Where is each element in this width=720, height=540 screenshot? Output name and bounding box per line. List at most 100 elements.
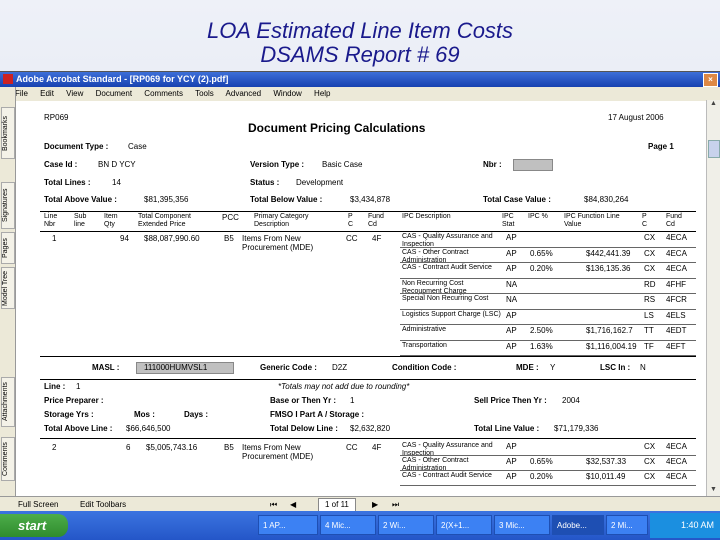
base-year-label: Base or Then Yr : <box>270 396 337 405</box>
col-ipc-description: IPC Description <box>402 213 451 220</box>
pcc: B5 <box>224 234 234 243</box>
menu-help[interactable]: Help <box>314 89 330 98</box>
case-id-value: BN D YCY <box>98 160 136 169</box>
ipc-pc: CX <box>644 457 656 466</box>
menu-comments[interactable]: Comments <box>144 89 183 98</box>
ipc-fund-cd: 4ECA <box>666 472 687 481</box>
tab-pages[interactable]: Pages <box>1 232 15 264</box>
masl-rule <box>40 356 696 357</box>
fund-cd: 4F <box>372 234 382 243</box>
taskbar-item-active[interactable]: Adobe... <box>552 515 604 535</box>
close-icon[interactable]: × <box>703 73 718 87</box>
report-heading: Document Pricing Calculations <box>248 121 426 135</box>
vertical-scrollbar[interactable]: ▲ ▼ <box>706 100 720 498</box>
taskbar-item[interactable]: 4 Mic... <box>320 515 376 535</box>
mde-value: Y <box>550 363 556 372</box>
tab-attachments[interactable]: Attachments <box>1 377 15 427</box>
ipc-description: CAS - Contract Audit Service <box>402 472 492 479</box>
ipc-fund-cd: 4ECA <box>666 248 687 258</box>
col-ipc-value: IPC Function Line Value <box>564 213 620 228</box>
report-id: RP069 <box>44 113 69 122</box>
menu-edit[interactable]: Edit <box>40 89 54 98</box>
ipc-row-rule <box>400 470 696 471</box>
ipc-pc: CX <box>644 472 656 481</box>
system-tray: 1:40 AM <box>650 513 720 538</box>
ipc-pc: TF <box>644 341 654 351</box>
nbr-label: Nbr : <box>483 160 502 169</box>
ipc-row-rule <box>400 246 696 248</box>
total-case-label: Total Case Value : <box>483 195 551 204</box>
col-ipc-stat: IPC Stat <box>502 213 515 228</box>
col-item-qty: Item Qty <box>104 213 118 228</box>
ipc-fund-cd: 4FHF <box>666 279 686 289</box>
taskbar-item[interactable]: 1 AP... <box>258 515 318 535</box>
slide-title-1: LOA Estimated Line Item Costs <box>206 18 514 43</box>
taskbar-item[interactable]: 3 Mic... <box>494 515 550 535</box>
taskbar-item[interactable]: 2(X+1... <box>436 515 492 535</box>
base-year-value: 1 <box>350 396 355 405</box>
days-label: Days : <box>184 410 209 419</box>
total-line-value-label: Total Line Value : <box>474 424 540 433</box>
col-fund-cd: Fund Cd <box>368 213 384 228</box>
slide-title-2: DSAMS Report # 69 <box>260 42 460 67</box>
col-ipc-pct: IPC % <box>528 213 548 220</box>
ipc-line-value: $1,116,004.19 <box>586 341 637 351</box>
total-above-line-label: Total Above Line : <box>44 424 113 433</box>
menu-tools[interactable]: Tools <box>195 89 214 98</box>
ipc-stat: AP <box>506 310 517 320</box>
total-below-line-label: Total Delow Line : <box>270 424 338 433</box>
ipc-fund-cd: 4ECA <box>666 264 687 273</box>
tab-model-tree[interactable]: Model Tree <box>1 267 15 309</box>
total-above-label: Total Above Value : <box>44 195 117 204</box>
col-pc: P C <box>348 213 354 228</box>
ipc-stat: AP <box>506 442 517 451</box>
taskbar-item[interactable]: 2 Mi... <box>606 515 648 535</box>
ipc-row-rule <box>400 324 696 325</box>
ipc-line-value: $136,135.36 <box>586 264 631 273</box>
total-lines-label: Total Lines : <box>44 178 91 187</box>
ipc-row-rule <box>400 339 696 341</box>
tab-bookmarks[interactable]: Bookmarks <box>1 107 15 159</box>
page-number: Page 1 <box>648 142 674 151</box>
line-nbr: 1 <box>52 234 57 243</box>
col-total-component: Total Component Extended Price <box>138 213 191 228</box>
ipc-stat: NA <box>506 295 518 304</box>
masl-label: MASL : <box>92 363 120 372</box>
line-value: 1 <box>76 382 81 391</box>
ipc-description: Administrative <box>402 326 446 333</box>
menu-view[interactable]: View <box>66 89 83 98</box>
table-header-rule <box>40 231 696 232</box>
tab-comments[interactable]: Comments <box>1 437 15 481</box>
col-pc-2: P C <box>642 213 648 228</box>
extended-price: $5,005,743.16 <box>146 443 198 452</box>
storage-label: Storage Yrs : <box>44 410 94 419</box>
total-below-value: $3,434,878 <box>350 195 391 204</box>
ipc-stat: AP <box>506 472 517 481</box>
total-lines-value: 14 <box>112 178 121 187</box>
menu-window[interactable]: Window <box>273 89 301 98</box>
ipc-description: Logistics Support Charge (LSC) <box>402 310 501 318</box>
line-nbr: 2 <box>52 443 57 452</box>
scroll-up-icon[interactable]: ▲ <box>707 100 720 112</box>
item-qty: 6 <box>126 443 131 452</box>
menu-advanced[interactable]: Advanced <box>226 89 262 98</box>
start-button[interactable]: start <box>0 514 68 537</box>
price-preparer-label: Price Preparer : <box>44 396 104 405</box>
generic-code-value: D2Z <box>332 363 348 372</box>
pc: CC <box>346 443 358 452</box>
ipc-fund-cd: 4ECA <box>666 442 687 451</box>
ipc-pc: LS <box>644 310 654 320</box>
mde-label: MDE : <box>516 363 539 372</box>
version-type-value: Basic Case <box>322 160 363 169</box>
fund-cd: 4F <box>372 443 382 452</box>
ipc-line-value: $442,441.39 <box>586 248 631 258</box>
tab-signatures[interactable]: Signatures <box>1 182 15 229</box>
menu-file[interactable]: File <box>15 89 28 98</box>
ipc-pc: CX <box>644 264 656 273</box>
menu-document[interactable]: Document <box>96 89 132 98</box>
taskbar-item[interactable]: 2 Wi... <box>378 515 434 535</box>
page-indicator-field[interactable]: 1 of 11 <box>318 498 356 512</box>
ipc-row-rule <box>400 262 696 263</box>
scroll-thumb[interactable] <box>708 140 720 158</box>
ipc-row-rule <box>400 485 696 486</box>
